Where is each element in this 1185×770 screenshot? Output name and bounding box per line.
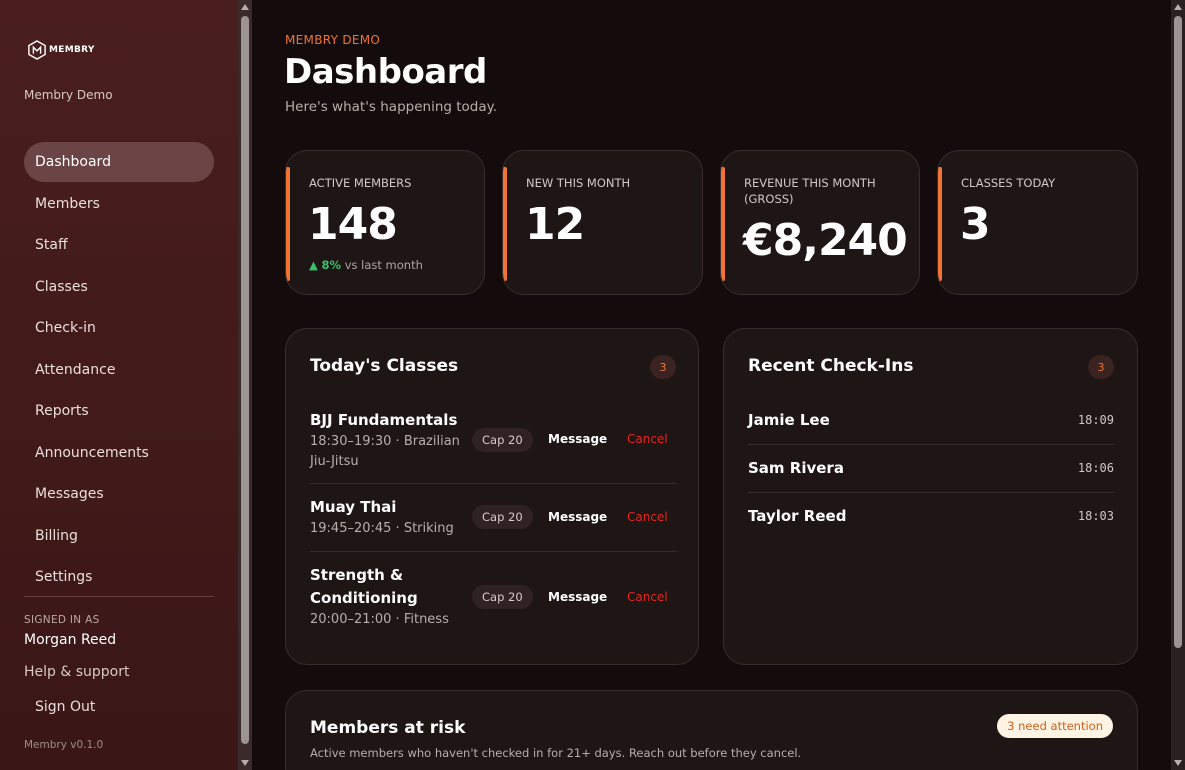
stat-accent-bar	[938, 167, 942, 281]
stat-accent-bar	[503, 167, 507, 281]
app-version: Membry v0.1.0	[24, 739, 104, 751]
checkin-time: 18:09	[1077, 413, 1114, 427]
cancel-button[interactable]: Cancel	[627, 432, 668, 446]
checkin-row[interactable]: Sam Rivera 18:06	[748, 444, 1114, 492]
capacity-badge: Cap 20	[472, 505, 533, 529]
sidebar-item-dashboard[interactable]: Dashboard	[24, 142, 214, 182]
members-at-risk-panel: Members at risk Active members who haven…	[285, 690, 1138, 770]
panel-title: Today's Classes	[310, 356, 459, 376]
class-row: BJJ Fundamentals 18:30–19:30 · Brazilian…	[310, 409, 677, 475]
sidebar-item-announcements[interactable]: Announcements	[24, 433, 214, 473]
stat-accent-bar	[286, 167, 290, 281]
checkin-member-name: Taylor Reed	[748, 507, 847, 525]
class-name: BJJ Fundamentals	[310, 411, 458, 429]
checkin-row[interactable]: Taylor Reed 18:03	[748, 492, 1114, 540]
checkin-time: 18:06	[1077, 461, 1114, 475]
page-title: Dashboard	[284, 52, 487, 92]
stat-card-active-members: ACTIVE MEMBERS 148 ▲ 8% vs last month	[285, 150, 485, 295]
scroll-up-arrow-icon[interactable]	[241, 4, 249, 10]
logo-text: MEMBRY	[49, 45, 95, 55]
class-name: Strength & Conditioning	[310, 566, 418, 607]
scroll-down-arrow-icon[interactable]	[241, 760, 249, 766]
todays-classes-panel: Today's Classes 3 BJJ Fundamentals 18:30…	[285, 328, 699, 665]
scroll-up-arrow-icon[interactable]	[1174, 4, 1182, 10]
sidebar-scroll-thumb[interactable]	[241, 16, 249, 744]
sidebar-item-messages[interactable]: Messages	[24, 474, 214, 514]
trend-text: vs last month	[344, 258, 423, 272]
count-badge: 3	[650, 355, 676, 379]
row-divider	[310, 483, 677, 484]
attention-badge: 3 need attention	[997, 714, 1113, 738]
scroll-down-arrow-icon[interactable]	[1174, 760, 1182, 766]
message-button[interactable]: Message	[548, 590, 607, 604]
sign-out-button[interactable]: Sign Out	[35, 699, 95, 715]
row-divider	[310, 551, 677, 552]
main-scrollbar[interactable]	[1171, 0, 1185, 770]
class-row: Muay Thai 19:45–20:45 · Striking Cap 20 …	[310, 496, 677, 541]
class-meta: 18:30–19:30 · Brazilian Jiu-Jitsu	[310, 434, 460, 469]
stat-label: CLASSES TODAY	[961, 176, 1056, 190]
checkin-row[interactable]: Jamie Lee 18:09	[748, 396, 1114, 444]
main-scroll-thumb[interactable]	[1174, 16, 1182, 648]
sidebar-item-reports[interactable]: Reports	[24, 391, 214, 431]
trend-percent: 8%	[321, 258, 342, 272]
membry-logo-icon	[28, 40, 46, 60]
signed-in-user: Morgan Reed	[24, 632, 117, 648]
stat-label: REVENUE THIS MONTH (GROSS)	[744, 176, 876, 206]
stat-card-new-this-month: NEW THIS MONTH 12	[502, 150, 703, 295]
sidebar-item-attendance[interactable]: Attendance	[24, 350, 214, 390]
sidebar-scrollbar[interactable]	[238, 0, 252, 770]
sidebar-nav: Dashboard Members Staff Classes Check-in…	[24, 142, 214, 599]
logo[interactable]: MEMBRY	[28, 40, 95, 60]
org-eyebrow: MEMBRY DEMO	[285, 33, 381, 47]
class-row: Strength & Conditioning 20:00–21:00 · Fi…	[310, 564, 677, 630]
panel-title: Recent Check-Ins	[748, 356, 914, 376]
capacity-badge: Cap 20	[472, 585, 533, 609]
stat-value: 3	[960, 199, 991, 250]
count-badge: 3	[1088, 355, 1114, 379]
sidebar-item-members[interactable]: Members	[24, 184, 214, 224]
panel-subtitle: Active members who haven't checked in fo…	[310, 746, 802, 760]
checkin-member-name: Jamie Lee	[748, 411, 830, 429]
message-button[interactable]: Message	[548, 432, 607, 446]
sidebar-item-check-in[interactable]: Check-in	[24, 308, 214, 348]
stat-value: 12	[525, 199, 585, 250]
checkin-time: 18:03	[1077, 509, 1114, 523]
checkin-member-name: Sam Rivera	[748, 459, 844, 477]
capacity-badge: Cap 20	[472, 428, 533, 452]
help-support-link[interactable]: Help & support	[24, 664, 130, 680]
stat-value: 148	[308, 199, 398, 250]
stat-card-classes-today: CLASSES TODAY 3	[937, 150, 1138, 295]
stat-card-revenue: REVENUE THIS MONTH (GROSS) €8,240	[720, 150, 920, 295]
stat-trend: ▲ 8% vs last month	[309, 258, 423, 272]
recent-checkins-panel: Recent Check-Ins 3 Jamie Lee 18:09 Sam R…	[723, 328, 1138, 665]
panel-title: Members at risk	[310, 718, 466, 738]
signed-in-label: SIGNED IN AS	[24, 614, 100, 626]
sidebar-item-billing[interactable]: Billing	[24, 516, 214, 556]
sidebar-item-classes[interactable]: Classes	[24, 267, 214, 307]
page-subtitle: Here's what's happening today.	[285, 99, 497, 115]
sidebar-item-settings[interactable]: Settings	[24, 557, 214, 597]
stat-label: NEW THIS MONTH	[526, 176, 631, 190]
stat-accent-bar	[721, 167, 725, 281]
cancel-button[interactable]: Cancel	[627, 590, 668, 604]
trend-up-icon: ▲	[309, 258, 318, 272]
sidebar-divider	[24, 596, 214, 597]
stat-label: ACTIVE MEMBERS	[309, 176, 412, 190]
class-meta: 20:00–21:00 · Fitness	[310, 612, 449, 627]
sidebar-item-staff[interactable]: Staff	[24, 225, 214, 265]
org-name: Membry Demo	[24, 88, 113, 102]
sidebar: MEMBRY Membry Demo Dashboard Members Sta…	[0, 0, 238, 770]
cancel-button[interactable]: Cancel	[627, 510, 668, 524]
stat-value: €8,240	[743, 215, 908, 266]
message-button[interactable]: Message	[548, 510, 607, 524]
